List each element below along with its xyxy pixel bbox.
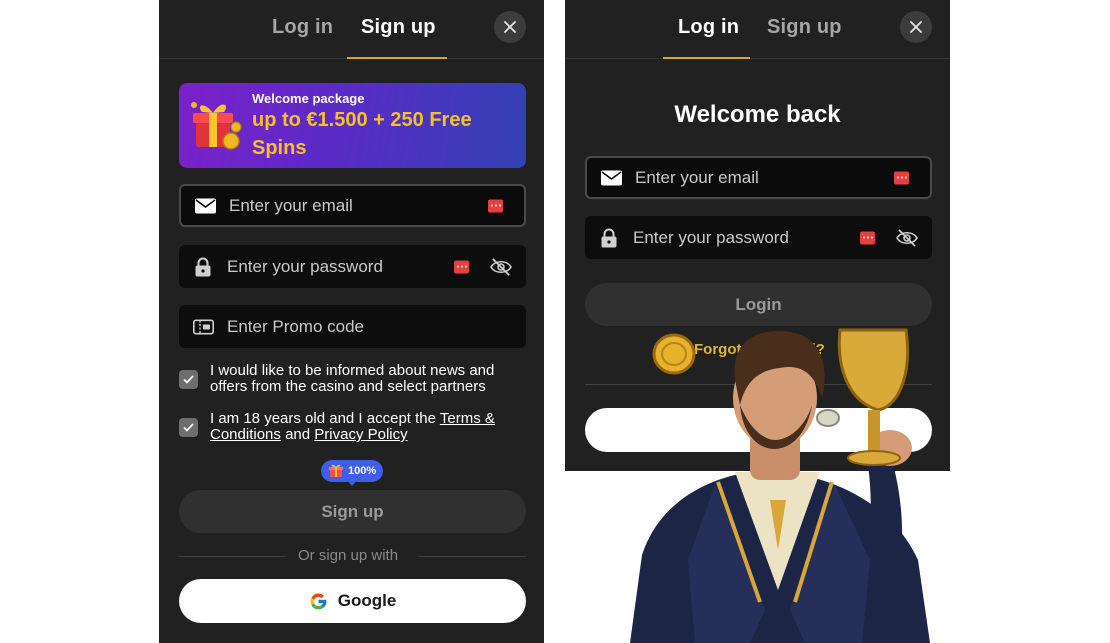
auth-tabs: Log in Sign up xyxy=(159,0,544,59)
auth-tabs: Log in Sign up xyxy=(565,0,950,59)
lock-icon xyxy=(601,228,617,247)
age-consent-label: I am 18 years old and I accept the Terms… xyxy=(210,411,525,443)
email-placeholder: Enter your email xyxy=(229,195,353,215)
welcome-back-title: Welcome back xyxy=(674,101,841,128)
silver-coin-icon xyxy=(816,409,840,427)
password-manager-icon[interactable] xyxy=(860,231,875,244)
close-button[interactable] xyxy=(494,11,526,43)
checkmark-icon xyxy=(183,423,194,432)
tab-signup[interactable]: Sign up xyxy=(767,16,842,39)
mascot-character-illustration xyxy=(630,328,930,643)
password-manager-icon[interactable] xyxy=(488,199,503,212)
tab-signup[interactable]: Sign up xyxy=(361,16,436,39)
active-tab-indicator xyxy=(663,57,750,59)
email-placeholder: Enter your email xyxy=(635,167,759,187)
news-consent-checkbox[interactable] xyxy=(179,370,198,389)
checkmark-icon xyxy=(183,375,194,384)
news-consent-label: I would like to be informed about news a… xyxy=(210,362,495,395)
eye-off-icon[interactable] xyxy=(896,228,918,247)
lock-icon xyxy=(195,257,211,276)
or-signup-with-text: Or sign up with xyxy=(298,547,399,564)
age-consent-and: and xyxy=(285,426,311,443)
age-consent-checkbox[interactable] xyxy=(179,418,198,437)
gift-box-icon xyxy=(191,102,242,150)
password-manager-icon[interactable] xyxy=(894,171,909,184)
welcome-package-banner[interactable]: Welcome package up to €1.500 + 250 Free … xyxy=(179,83,526,168)
password-placeholder: Enter your password xyxy=(227,256,383,276)
privacy-policy-link[interactable]: Privacy Policy xyxy=(314,426,407,443)
age-consent-prefix: I am 18 years old and I accept the xyxy=(210,410,436,427)
email-field[interactable]: Enter your email xyxy=(585,156,932,199)
tab-login[interactable]: Log in xyxy=(272,16,333,39)
active-tab-indicator xyxy=(347,57,447,59)
tab-login[interactable]: Log in xyxy=(678,16,739,39)
progress-badge: 100% xyxy=(321,460,383,482)
password-manager-icon[interactable] xyxy=(454,260,469,273)
envelope-icon xyxy=(195,198,216,213)
promo-placeholder: Enter Promo code xyxy=(227,316,365,336)
promo-ticket-icon xyxy=(193,319,214,334)
signup-modal: Log in Sign up Welcome package up to €1.… xyxy=(159,0,544,643)
google-signup-button[interactable]: Google xyxy=(179,579,526,623)
close-button[interactable] xyxy=(900,11,932,43)
divider-right xyxy=(419,556,526,557)
password-placeholder: Enter your password xyxy=(633,227,789,247)
eye-off-icon[interactable] xyxy=(490,257,512,276)
google-button-label: Google xyxy=(337,591,397,610)
signup-button[interactable]: Sign up xyxy=(179,490,526,533)
email-field[interactable]: Enter your email xyxy=(179,184,526,227)
banner-subtitle: Welcome package xyxy=(252,91,365,106)
promo-code-field[interactable]: Enter Promo code xyxy=(179,305,526,348)
google-logo-icon xyxy=(310,593,327,609)
close-icon xyxy=(910,21,922,33)
envelope-icon xyxy=(601,170,622,185)
badge-pointer xyxy=(347,480,357,486)
close-icon xyxy=(504,21,516,33)
password-field[interactable]: Enter your password xyxy=(179,245,526,288)
gold-coin-icon xyxy=(652,333,696,375)
banner-title: up to €1.500 + 250 Free Spins xyxy=(252,109,472,159)
progress-value: 100% xyxy=(348,465,377,477)
divider-left xyxy=(179,556,285,557)
gift-icon xyxy=(329,464,343,477)
password-field[interactable]: Enter your password xyxy=(585,216,932,259)
